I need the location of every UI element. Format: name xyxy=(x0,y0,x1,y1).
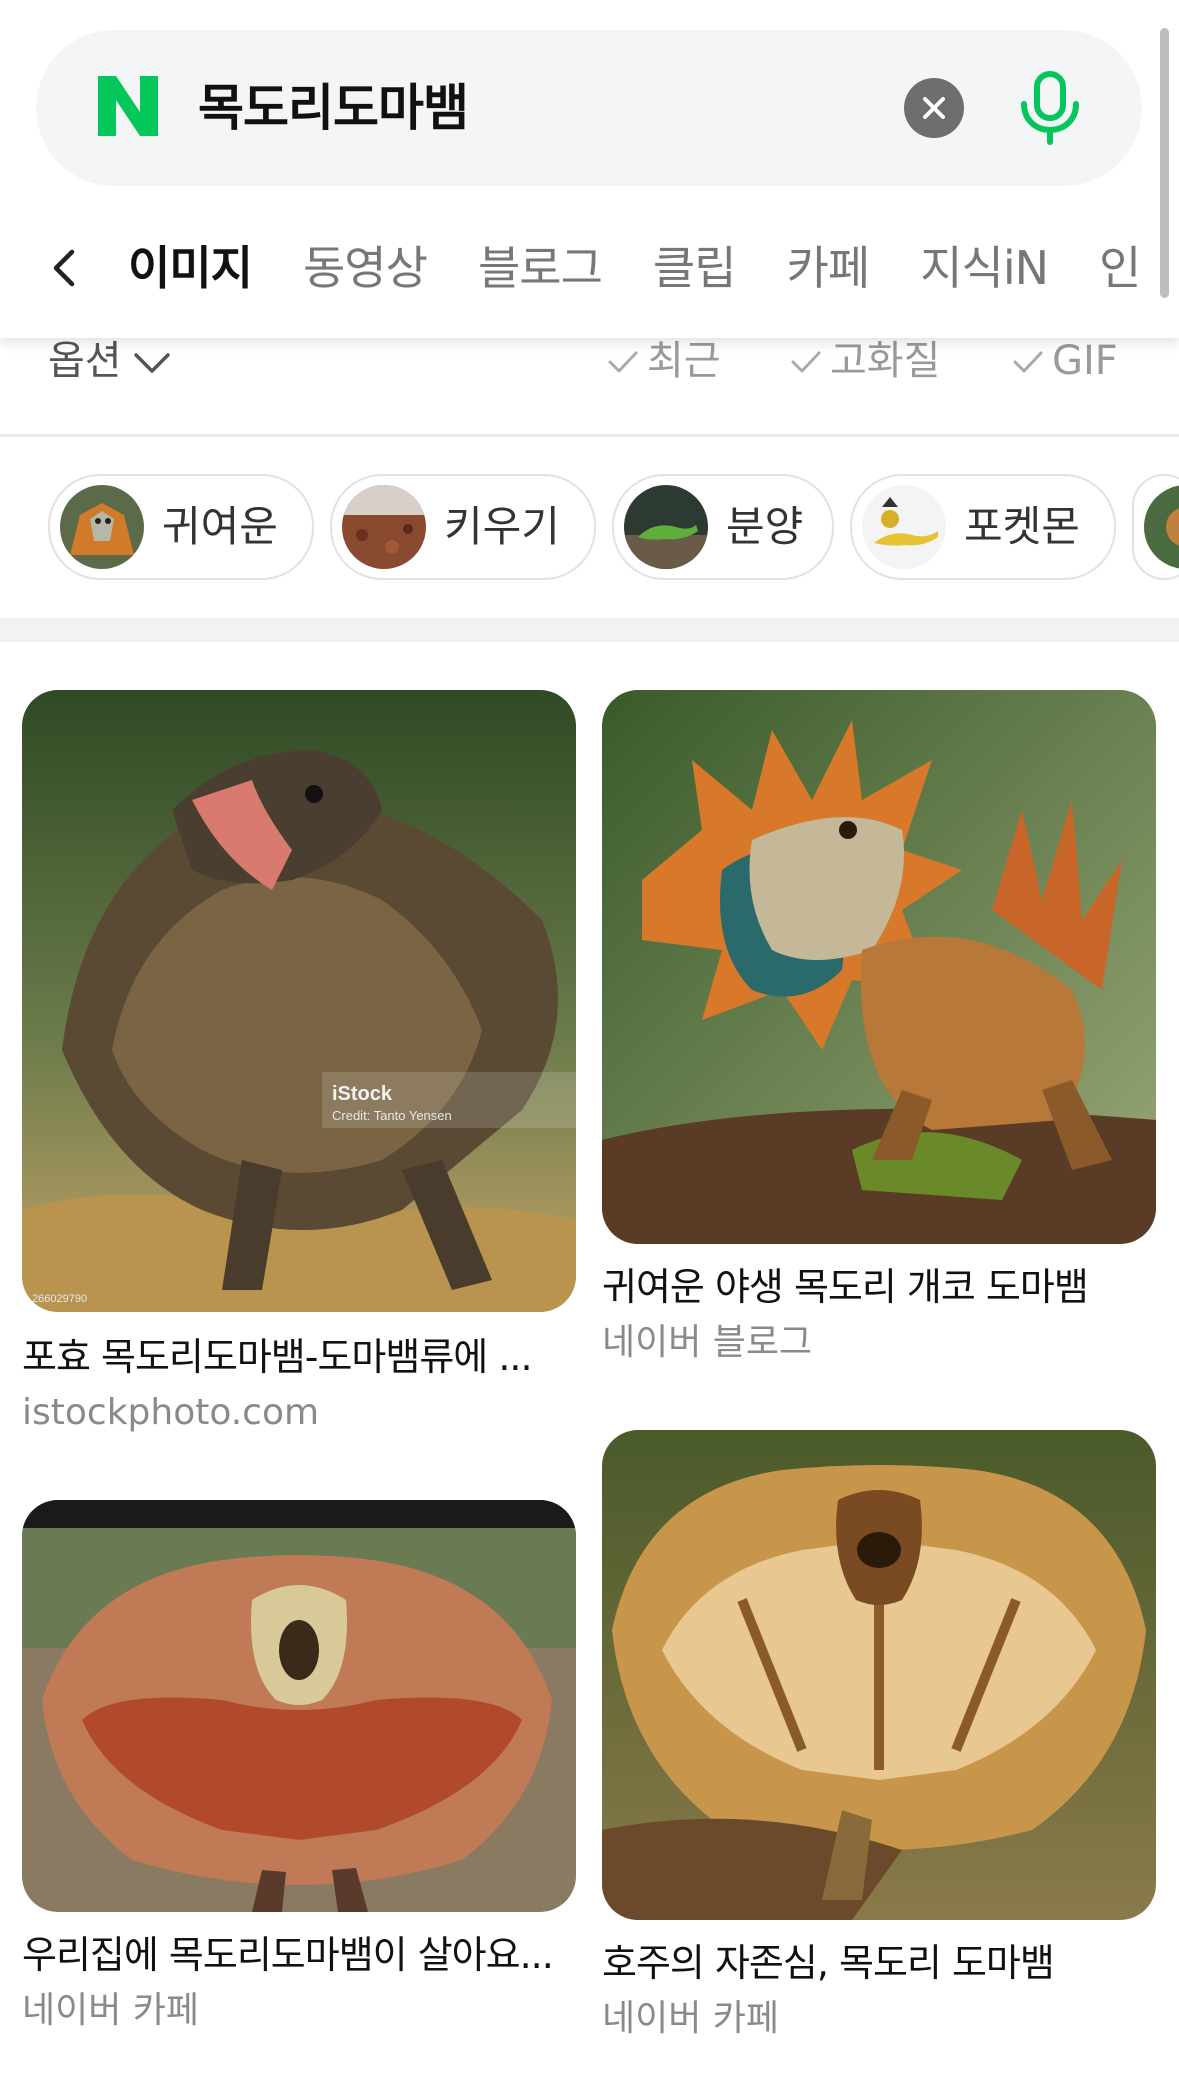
result-title[interactable]: 호주의 자존심, 목도리 도마뱀 xyxy=(602,1938,1156,1988)
options-button[interactable]: 옵션 xyxy=(48,338,172,384)
result-image[interactable] xyxy=(22,1500,576,1912)
chip-more[interactable] xyxy=(1132,474,1179,580)
search-box[interactable]: 목도리도마뱀 xyxy=(36,30,1142,186)
chip-label: 귀여운 xyxy=(162,502,278,551)
result-title[interactable]: 우리집에 목도리도마뱀이 살아요... xyxy=(22,1930,576,1980)
tab-blog[interactable]: 블로그 xyxy=(478,232,603,304)
result-title[interactable]: 포효 목도리도마뱀-도마뱀류에 ... xyxy=(22,1332,576,1382)
lizard-thumb xyxy=(1144,485,1179,569)
tab-kin[interactable]: 지식iN xyxy=(920,232,1049,304)
result-source[interactable]: 네이버 블로그 xyxy=(602,1318,812,1368)
result-image[interactable] xyxy=(602,1430,1156,1920)
filter-gif[interactable]: GIF xyxy=(1012,338,1118,384)
green-lizard-thumb xyxy=(624,485,708,569)
chip-cute[interactable]: 귀여운 xyxy=(48,474,314,580)
watermark-credit: Credit: Tanto Yensen xyxy=(332,1108,452,1123)
chip-raising[interactable]: 키우기 xyxy=(330,474,596,580)
options-label: 옵션 xyxy=(48,338,122,384)
clear-search-button[interactable] xyxy=(904,78,964,138)
terrarium-thumb xyxy=(342,485,426,569)
section-divider xyxy=(0,618,1179,642)
frilled-lizard-thumb xyxy=(60,485,144,569)
microphone-icon xyxy=(1021,71,1079,145)
image-result[interactable]: 우리집에 목도리도마뱀이 살아요... 네이버 카페 xyxy=(22,1500,576,2060)
related-chips: 귀여운 키우기 분양 포켓몬 xyxy=(48,474,1179,580)
result-source[interactable]: 네이버 카페 xyxy=(602,1994,779,2044)
search-header: 목도리도마뱀 이미지 동영상 블로그 클립 카페 지식iN 인 xyxy=(0,0,1179,338)
chip-pokemon[interactable]: 포켓몬 xyxy=(850,474,1116,580)
check-icon xyxy=(791,351,821,373)
result-image[interactable] xyxy=(602,690,1156,1244)
search-tabs: 이미지 동영상 블로그 클립 카페 지식iN 인 xyxy=(128,232,1179,304)
filter-hd[interactable]: 고화질 xyxy=(790,338,940,384)
chip-label: 포켓몬 xyxy=(964,502,1080,551)
check-icon xyxy=(1013,351,1043,373)
watermark-id: 266029790 xyxy=(32,1293,87,1305)
chevron-down-icon xyxy=(133,353,170,373)
result-title[interactable]: 귀여운 야생 목도리 개코 도마뱀 xyxy=(602,1262,1156,1312)
tab-cafe[interactable]: 카페 xyxy=(787,232,871,304)
check-icon xyxy=(608,351,638,373)
pokemon-thumb xyxy=(862,485,946,569)
naver-logo[interactable] xyxy=(94,72,162,140)
filter-gif-label: GIF xyxy=(1052,338,1118,384)
tab-videos[interactable]: 동영상 xyxy=(303,232,428,304)
image-result[interactable]: 호주의 자존심, 목도리 도마뱀 네이버 카페 xyxy=(602,1430,1156,2070)
image-result[interactable]: 귀여운 야생 목도리 개코 도마뱀 네이버 블로그 xyxy=(602,690,1156,1380)
chip-label: 키우기 xyxy=(444,502,560,551)
tab-clip[interactable]: 클립 xyxy=(653,232,737,304)
chevron-left-icon xyxy=(53,249,75,287)
filter-recent[interactable]: 최근 xyxy=(607,338,721,384)
chip-label: 분양 xyxy=(726,502,804,551)
filter-hd-label: 고화질 xyxy=(830,338,941,384)
image-result[interactable]: iStock Credit: Tanto Yensen 266029790 포효… xyxy=(22,690,576,1450)
result-source[interactable]: 네이버 카페 xyxy=(22,1986,199,2036)
watermark-brand: iStock xyxy=(332,1083,393,1105)
chip-adoption[interactable]: 분양 xyxy=(612,474,834,580)
options-row: 옵션 최근 고화질 GIF xyxy=(0,338,1179,436)
voice-search-button[interactable] xyxy=(1014,70,1086,146)
back-button[interactable] xyxy=(46,246,82,290)
tab-images[interactable]: 이미지 xyxy=(128,232,253,304)
close-icon xyxy=(923,97,945,119)
filter-recent-label: 최근 xyxy=(647,338,721,384)
search-query[interactable]: 목도리도마뱀 xyxy=(198,70,469,146)
tab-more[interactable]: 인 xyxy=(1099,232,1141,304)
result-source[interactable]: istockphoto.com xyxy=(22,1388,319,1438)
result-image[interactable]: iStock Credit: Tanto Yensen 266029790 xyxy=(22,690,576,1312)
divider xyxy=(0,434,1179,437)
